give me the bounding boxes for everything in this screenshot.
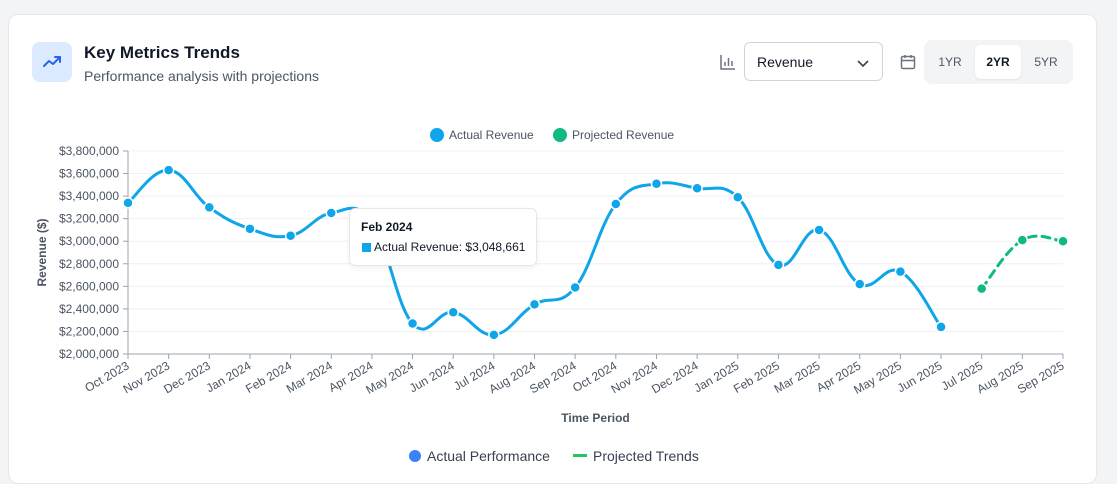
y-tick-label: $3,600,000	[59, 167, 119, 181]
x-tick-label: Mar 2024	[284, 358, 335, 396]
x-tick-label: Jun 2024	[407, 358, 457, 395]
y-axis-label: Revenue ($)	[35, 218, 49, 286]
y-tick-label: $2,800,000	[59, 257, 119, 271]
projected-point	[1016, 234, 1029, 246]
legend-swatch	[430, 128, 444, 142]
actual-point	[122, 197, 134, 209]
y-tick-label: $3,200,000	[59, 212, 119, 226]
tooltip-swatch	[362, 243, 371, 252]
tooltip-title: Feb 2024	[361, 220, 413, 234]
legend-actual-label: Actual Performance	[427, 448, 550, 464]
x-tick-label: Jun 2025	[895, 358, 945, 395]
y-tick-label: $2,400,000	[59, 302, 119, 316]
actual-point	[650, 177, 663, 190]
legend-dot-icon	[409, 450, 421, 462]
x-tick-label: Dec 2023	[161, 358, 213, 396]
actual-point	[244, 223, 256, 235]
x-tick-label: Dec 2024	[649, 358, 701, 396]
actual-point	[772, 259, 785, 271]
actual-point	[610, 198, 622, 210]
x-tick-label: Mar 2025	[772, 358, 823, 396]
legend-actual-performance[interactable]: Actual Performance	[409, 448, 550, 464]
actual-point	[691, 182, 703, 194]
actual-point	[894, 265, 907, 278]
actual-point	[488, 329, 500, 341]
y-tick-label: $2,000,000	[59, 347, 119, 361]
actual-point	[284, 229, 297, 242]
chart-tooltip: Feb 2024 Actual Revenue: $3,048,661	[349, 208, 537, 266]
actual-point	[528, 298, 541, 311]
legend-swatch	[553, 128, 567, 142]
projected-point	[975, 282, 988, 295]
legend-label: Projected Revenue	[572, 128, 674, 142]
actual-point	[813, 224, 825, 236]
y-tick-label: $2,600,000	[59, 279, 119, 293]
actual-point	[732, 191, 744, 203]
tooltip-value: Actual Revenue: $3,048,661	[374, 240, 526, 254]
x-tick-label: Sep 2024	[527, 358, 579, 396]
actual-point	[162, 164, 175, 176]
actual-point	[203, 201, 216, 214]
actual-point	[406, 317, 419, 330]
actual-point	[935, 321, 947, 333]
legend-dash-icon	[573, 454, 587, 457]
actual-point	[447, 306, 459, 319]
projected-point	[1057, 235, 1069, 247]
legend-projected-label: Projected Trends	[593, 448, 699, 464]
y-tick-label: $3,000,000	[59, 234, 119, 248]
legend-projected-trends[interactable]: Projected Trends	[573, 448, 699, 464]
y-tick-label: $2,200,000	[59, 324, 119, 338]
actual-point	[569, 281, 581, 294]
legend-label: Actual Revenue	[449, 128, 534, 142]
revenue-line-chart: $2,000,000 $2,200,000 $2,400,000 $2,600,000…	[35, 128, 1069, 425]
actual-point	[853, 278, 866, 290]
x-axis-label: Time Period	[561, 411, 629, 425]
actual-point	[325, 207, 338, 219]
x-tick-label: Sep 2025	[1015, 358, 1067, 396]
y-tick-label: $3,800,000	[59, 144, 119, 158]
y-tick-label: $3,400,000	[59, 189, 119, 203]
